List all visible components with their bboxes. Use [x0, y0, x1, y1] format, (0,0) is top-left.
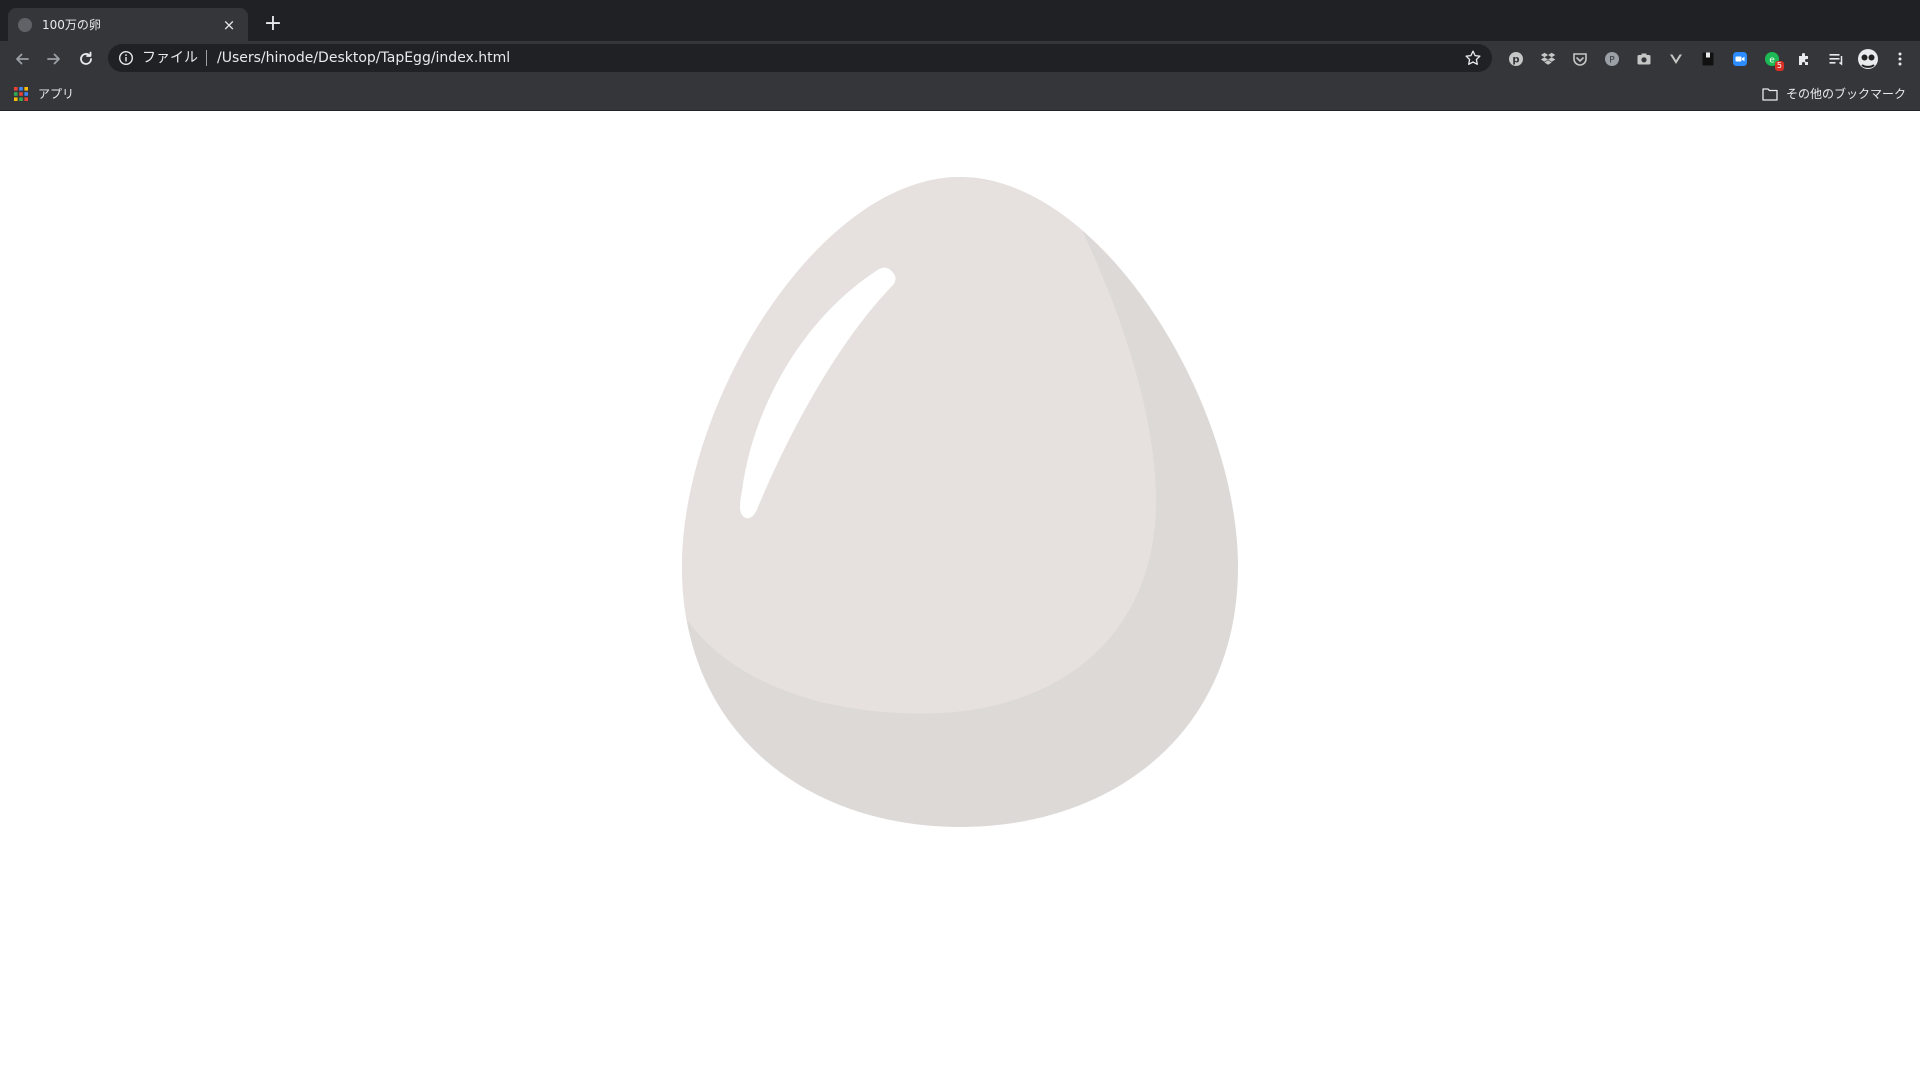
close-tab-icon[interactable]: × — [220, 16, 238, 34]
tab-strip: 100万の卵 × + — [0, 0, 1920, 41]
other-bookmarks-label: その他のブックマーク — [1785, 87, 1906, 101]
bookmarks-bar: アプリ その他のブックマーク — [0, 76, 1920, 111]
circle-p-extension-icon[interactable]: P — [1596, 43, 1628, 75]
vimeo-extension-icon[interactable] — [1660, 43, 1692, 75]
svg-text:p: p — [1512, 54, 1519, 65]
scheme-label: ファイル — [142, 50, 207, 66]
extension-badge: 5 — [1774, 60, 1784, 71]
profile-avatar[interactable] — [1852, 43, 1884, 75]
egg-illustration — [682, 177, 1238, 827]
browser-chrome: 100万の卵 × + ファイル /Users/hinode/Desktop/Ta… — [0, 0, 1920, 111]
puzzle-extensions-icon[interactable] — [1788, 43, 1820, 75]
extensions-area: p P e 5 — [1500, 41, 1916, 76]
info-icon[interactable] — [118, 50, 134, 66]
toolbar: ファイル /Users/hinode/Desktop/TapEgg/index.… — [0, 41, 1920, 76]
reading-list-icon[interactable] — [1820, 43, 1852, 75]
tab-title: 100万の卵 — [42, 18, 101, 32]
reload-icon — [80, 51, 92, 65]
svg-text:P: P — [1609, 55, 1615, 65]
globe-icon — [18, 17, 32, 32]
arrow-right-icon — [47, 53, 60, 64]
page-content — [0, 111, 1920, 1079]
browser-tab[interactable]: 100万の卵 × — [8, 8, 248, 41]
url-text[interactable]: /Users/hinode/Desktop/TapEgg/index.html — [217, 50, 1464, 66]
forward-button[interactable] — [38, 43, 70, 75]
star-icon[interactable] — [1464, 49, 1482, 67]
camera-extension-icon[interactable] — [1628, 43, 1660, 75]
back-button[interactable] — [6, 43, 38, 75]
arrow-left-icon — [16, 53, 29, 64]
egg-shell — [682, 177, 1157, 714]
new-tab-button[interactable]: + — [260, 11, 286, 37]
more-menu-icon[interactable] — [1884, 43, 1916, 75]
apps-grid-icon — [14, 86, 28, 101]
apps-shortcut[interactable]: アプリ — [14, 85, 74, 102]
dropbox-extension-icon[interactable] — [1532, 43, 1564, 75]
other-bookmarks[interactable]: その他のブックマーク — [1762, 85, 1906, 102]
notification-extension-icon[interactable]: e 5 — [1756, 43, 1788, 75]
pocket-extension-icon[interactable] — [1564, 43, 1596, 75]
apps-label: アプリ — [38, 87, 75, 101]
address-bar[interactable]: ファイル /Users/hinode/Desktop/TapEgg/index.… — [108, 44, 1492, 72]
reload-button[interactable] — [70, 43, 102, 75]
pinterest-extension-icon[interactable]: p — [1500, 43, 1532, 75]
zoom-extension-icon[interactable] — [1724, 43, 1756, 75]
bookmark-extension-icon[interactable] — [1692, 43, 1724, 75]
folder-icon — [1762, 87, 1778, 101]
